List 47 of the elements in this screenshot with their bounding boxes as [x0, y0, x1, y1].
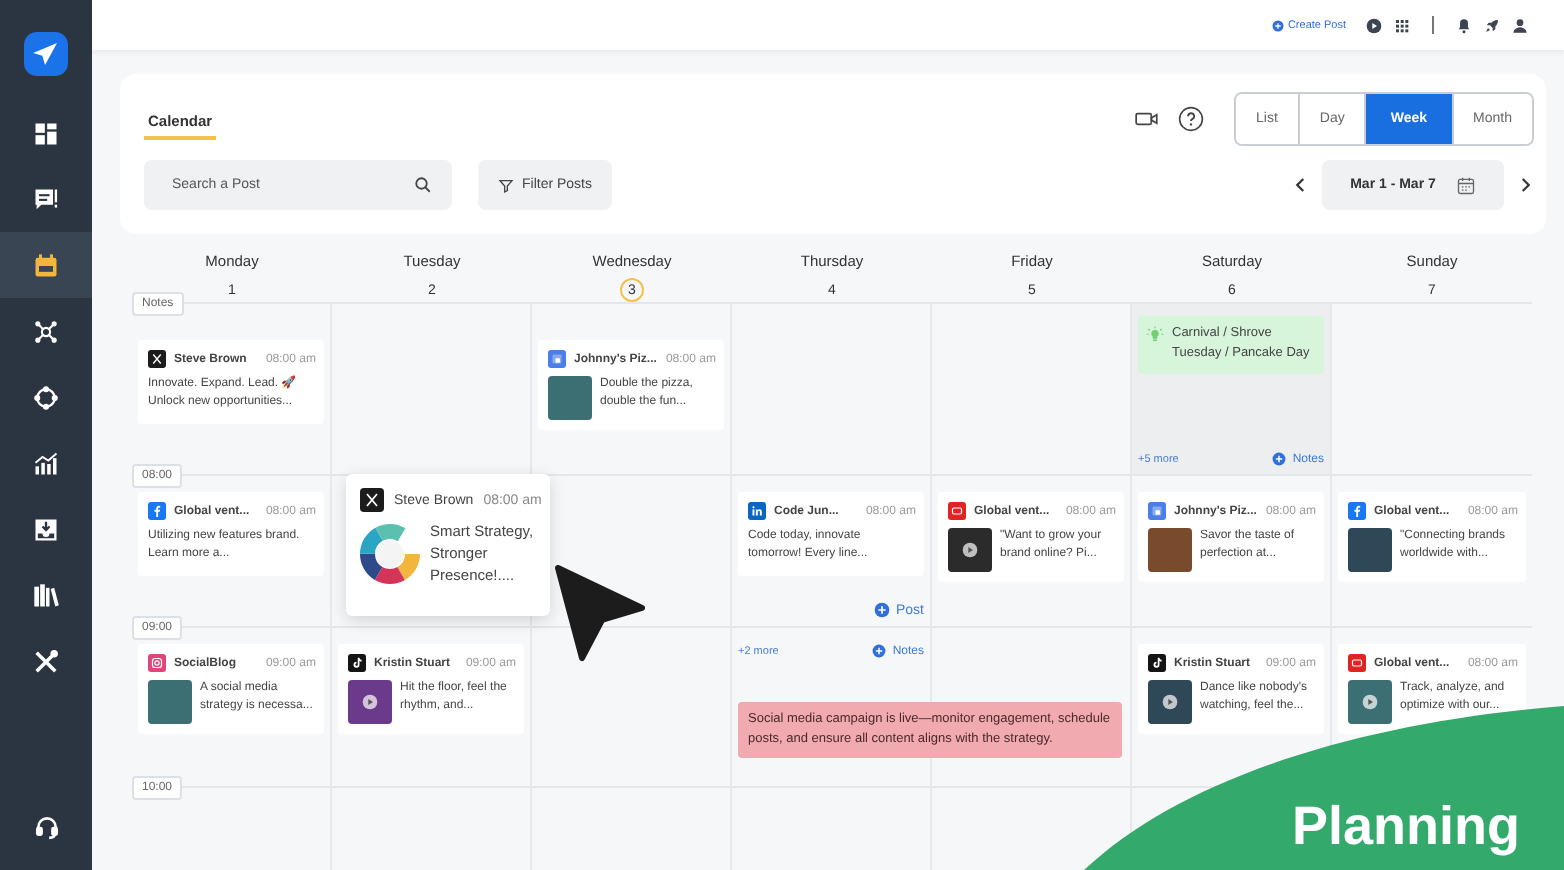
platform-icon — [1348, 502, 1366, 520]
platform-icon — [148, 350, 166, 368]
user-icon[interactable] — [1512, 17, 1528, 33]
platform-icon — [360, 488, 384, 512]
platform-icon — [548, 350, 566, 368]
ring-icon — [32, 383, 60, 411]
calendar-icon — [32, 251, 60, 279]
play-icon — [962, 542, 978, 558]
chevron-left-icon[interactable] — [1292, 176, 1310, 194]
platform-icon — [148, 502, 166, 520]
nav-item[interactable] — [0, 232, 92, 298]
play-icon — [362, 694, 378, 710]
platform-icon — [348, 654, 366, 672]
rocket-icon[interactable] — [1484, 17, 1500, 33]
chevron-right-icon[interactable] — [1516, 176, 1534, 194]
comment-icon — [32, 185, 60, 213]
banner-title: Planning — [1292, 796, 1520, 858]
diagram-thumbnail — [360, 524, 420, 585]
platform-icon — [148, 654, 166, 672]
search-icon — [414, 176, 432, 194]
plus-icon — [872, 644, 887, 658]
paper-plane-logo[interactable] — [24, 32, 68, 76]
inbox-icon — [32, 515, 60, 543]
calendar-icon — [1455, 175, 1476, 195]
play-icon[interactable] — [1366, 17, 1382, 33]
play-icon — [1362, 694, 1378, 710]
lightbulb-icon — [1146, 326, 1164, 344]
help-icon[interactable] — [1178, 106, 1204, 132]
platform-icon — [1348, 654, 1366, 672]
plus-icon — [1271, 19, 1284, 31]
bar-chart-icon — [32, 449, 60, 477]
apps-grid-icon[interactable] — [1394, 17, 1410, 33]
cursor-icon — [554, 564, 646, 662]
dashboard-icon — [32, 119, 60, 147]
plus-icon — [873, 602, 890, 618]
funnel-icon — [498, 177, 514, 193]
tools-icon — [32, 647, 60, 675]
platform-icon — [1148, 502, 1166, 520]
play-icon — [1162, 694, 1178, 710]
bell-icon[interactable] — [1456, 17, 1472, 33]
plus-icon — [1272, 452, 1287, 466]
platform-icon — [948, 502, 966, 520]
books-icon — [32, 581, 60, 609]
headset-icon[interactable] — [33, 814, 59, 840]
platform-icon — [748, 502, 766, 520]
platform-icon — [1148, 654, 1166, 672]
network-icon — [32, 317, 60, 345]
